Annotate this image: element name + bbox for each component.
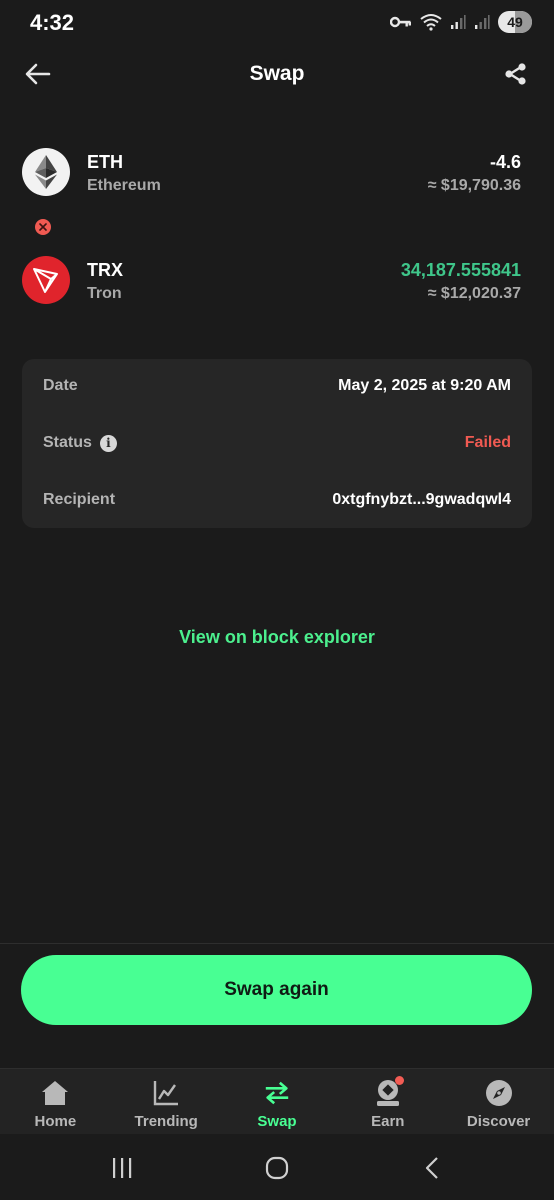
- recipient-row: Recipient 0xtgfnybzt...9gwadqwl4: [43, 491, 511, 515]
- home-circle-icon: [265, 1156, 289, 1180]
- tron-logo-icon: [22, 256, 70, 304]
- share-button[interactable]: [502, 60, 530, 88]
- nav-item-trending[interactable]: Trending: [111, 1069, 222, 1134]
- from-asset-name: Ethereum: [87, 177, 161, 194]
- ethereum-logo-icon: [22, 148, 70, 196]
- nav-label-discover: Discover: [466, 1113, 531, 1130]
- swap-again-button[interactable]: Swap again: [21, 955, 532, 1025]
- wifi-icon: [420, 13, 442, 31]
- status-row: Status i Failed: [43, 434, 511, 458]
- status-icons: 49: [390, 10, 532, 34]
- recipient-label: Recipient: [43, 491, 116, 508]
- to-asset-row: TRX Tron 34,187.555841 ≈ $12,020.37: [22, 256, 521, 308]
- bottom-nav: Home Trending Swap Earn Discover: [0, 1068, 554, 1134]
- nav-label-earn: Earn: [371, 1113, 405, 1130]
- key-icon: [390, 15, 412, 29]
- swap-arrows-icon: [263, 1079, 291, 1107]
- nav-label-swap: Swap: [257, 1113, 297, 1130]
- status-value: Failed: [464, 434, 511, 451]
- battery-indicator: 49: [498, 11, 532, 33]
- view-block-explorer-link[interactable]: View on block explorer: [0, 627, 554, 648]
- to-asset-symbol: TRX: [87, 260, 123, 280]
- nav-label-trending: Trending: [134, 1113, 198, 1130]
- from-asset-symbol: ETH: [87, 152, 123, 172]
- battery-level: 49: [507, 14, 523, 30]
- nav-item-earn[interactable]: Earn: [332, 1069, 443, 1134]
- recents-icon: [113, 1158, 132, 1178]
- recipient-value[interactable]: 0xtgfnybzt...9gwadqwl4: [332, 491, 511, 509]
- date-value: May 2, 2025 at 9:20 AM: [338, 377, 511, 394]
- chevron-left-icon: [425, 1157, 438, 1179]
- nav-item-swap[interactable]: Swap: [222, 1069, 333, 1134]
- status-bar: 4:32 49: [0, 0, 554, 44]
- earn-icon: [374, 1076, 404, 1107]
- system-back-button[interactable]: [412, 1156, 452, 1180]
- from-asset-fiat: ≈ $19,790.36: [427, 177, 521, 194]
- header: Swap: [0, 50, 554, 98]
- recents-button[interactable]: [102, 1156, 142, 1180]
- notification-dot: [394, 1076, 404, 1085]
- chart-icon: [152, 1079, 180, 1107]
- nav-item-discover[interactable]: Discover: [443, 1069, 554, 1134]
- to-asset-fiat: ≈ $12,020.37: [427, 285, 521, 302]
- signal-icon-2: [474, 14, 490, 30]
- info-icon[interactable]: i: [99, 434, 117, 452]
- home-system-button[interactable]: [257, 1156, 297, 1180]
- divider: [0, 943, 554, 944]
- date-label: Date: [43, 377, 78, 394]
- home-icon: [41, 1079, 69, 1107]
- status-time: 4:32: [30, 10, 75, 35]
- transaction-details-card: Date May 2, 2025 at 9:20 AM Status i Fai…: [22, 359, 532, 528]
- signal-icon: [450, 14, 466, 30]
- nav-label-home: Home: [34, 1113, 77, 1130]
- system-nav-bar: [0, 1134, 554, 1200]
- failed-x-icon: [35, 219, 51, 235]
- share-icon: [505, 63, 526, 85]
- to-asset-amount: 34,187.555841: [400, 260, 521, 280]
- from-asset-row: ETH Ethereum -4.6 ≈ $19,790.36: [22, 148, 521, 200]
- status-label: Status i: [43, 434, 117, 452]
- from-asset-amount: -4.6: [489, 152, 521, 172]
- compass-icon: [485, 1079, 513, 1107]
- page-title: Swap: [249, 62, 305, 85]
- nav-item-home[interactable]: Home: [0, 1069, 111, 1134]
- date-row: Date May 2, 2025 at 9:20 AM: [43, 377, 511, 401]
- to-asset-name: Tron: [87, 285, 122, 302]
